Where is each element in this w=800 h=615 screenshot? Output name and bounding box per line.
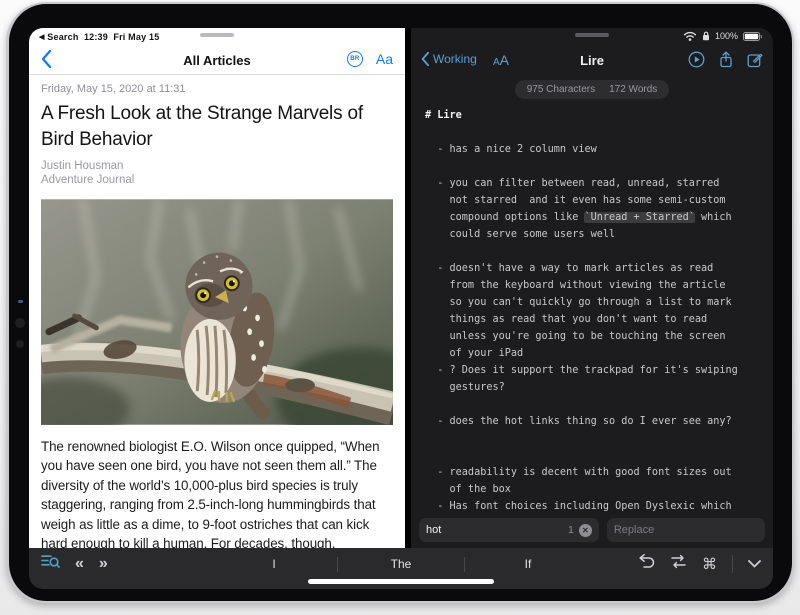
text-editor[interactable]: # Lire - has a nice 2 column view - you … bbox=[425, 107, 765, 515]
preview-button[interactable] bbox=[688, 51, 705, 73]
editor-line: - ? Does it support the trackpad for it'… bbox=[425, 362, 765, 379]
share-icon bbox=[719, 51, 733, 68]
owl-photo bbox=[41, 199, 393, 425]
bionic-reading-label: BR bbox=[350, 56, 359, 62]
find-lines-icon bbox=[41, 554, 60, 569]
match-count: 1 bbox=[568, 524, 574, 536]
find-replace-icon bbox=[670, 554, 687, 569]
previous-match-button[interactable]: « bbox=[75, 554, 84, 574]
wifi-icon bbox=[683, 31, 697, 41]
undo-button[interactable] bbox=[638, 554, 655, 574]
article-view: Friday, May 15, 2020 at 11:31 A Fresh Lo… bbox=[41, 76, 393, 548]
status-time: 12:39 bbox=[84, 32, 108, 42]
find-input[interactable] bbox=[426, 524, 568, 536]
article-body: The renowned biologist E.O. Wilson once … bbox=[41, 437, 393, 548]
editor-line bbox=[425, 124, 765, 141]
editor-line: not starred and it even has some semi-cu… bbox=[425, 192, 765, 209]
suggestion-2[interactable]: The bbox=[338, 557, 464, 571]
article-title: A Fresh Look at the Strange Marvels of B… bbox=[41, 101, 393, 153]
compose-icon bbox=[747, 52, 763, 68]
replace-toggle-button[interactable] bbox=[670, 554, 687, 574]
editor-line bbox=[425, 430, 765, 447]
editor-line: - you can filter between read, unread, s… bbox=[425, 175, 765, 192]
replace-input[interactable] bbox=[614, 524, 758, 536]
article-date: Friday, May 15, 2020 at 11:31 bbox=[41, 83, 393, 95]
editor-line: unless you're going to be touching the s… bbox=[425, 328, 765, 345]
editor-line: of your iPad bbox=[425, 345, 765, 362]
article-source: Adventure Journal bbox=[41, 173, 393, 187]
editor-line: - has a nice 2 column view bbox=[425, 141, 765, 158]
editor-pane: 100% Working AA Lire bbox=[411, 28, 773, 548]
find-field[interactable]: 1 ✕ bbox=[419, 518, 599, 542]
bionic-reading-button[interactable]: BR bbox=[347, 51, 363, 67]
editor-line: - Has font choices including Open Dyslex… bbox=[425, 498, 765, 515]
toolbar-divider bbox=[732, 555, 733, 573]
ipad-body: ◀ Search 12:39 Fri May 15 All Articles B… bbox=[6, 2, 794, 603]
editor-line bbox=[425, 243, 765, 260]
ipad-screen: ◀ Search 12:39 Fri May 15 All Articles B… bbox=[29, 28, 773, 589]
editor-line: from the keyboard without viewing the ar… bbox=[425, 277, 765, 294]
editor-line: things as read that you don't want to re… bbox=[425, 311, 765, 328]
clear-search-button[interactable]: ✕ bbox=[579, 524, 592, 537]
article-author: Justin Housman bbox=[41, 159, 393, 173]
editor-line bbox=[425, 158, 765, 175]
status-back-app: Search bbox=[47, 32, 78, 42]
next-match-button[interactable]: » bbox=[99, 554, 108, 574]
document-stats: 975 Characters 172 Words bbox=[411, 80, 773, 99]
back-to-app-icon: ◀ bbox=[39, 34, 45, 41]
editor-line bbox=[425, 396, 765, 413]
suggestion-3[interactable]: If bbox=[465, 557, 591, 571]
editor-line bbox=[425, 447, 765, 464]
editor-line: # Lire bbox=[425, 107, 765, 124]
split-view-grabber[interactable] bbox=[575, 33, 609, 37]
status-bar-right: 100% bbox=[683, 31, 763, 41]
find-replace-bar: 1 ✕ bbox=[419, 518, 765, 544]
editor-line: - readability is decent with good font s… bbox=[425, 464, 765, 481]
command-shortcuts-button[interactable]: ⌘ bbox=[702, 555, 717, 573]
compose-button[interactable] bbox=[747, 52, 763, 73]
home-indicator[interactable] bbox=[308, 579, 494, 584]
reader-nav-bar: All Articles BR Aa bbox=[29, 45, 405, 75]
battery-icon bbox=[743, 32, 763, 41]
play-circle-icon bbox=[688, 51, 705, 68]
status-bar-left: ◀ Search 12:39 Fri May 15 bbox=[39, 32, 159, 42]
editor-line: could serve some users well bbox=[425, 226, 765, 243]
suggestion-1[interactable]: I bbox=[211, 557, 337, 571]
dismiss-keyboard-button[interactable] bbox=[748, 555, 761, 573]
character-count: 975 Characters bbox=[527, 84, 595, 95]
undo-icon bbox=[638, 554, 655, 569]
text-settings-button[interactable]: Aa bbox=[376, 51, 393, 67]
ambient-sensor bbox=[16, 340, 24, 348]
battery-percent: 100% bbox=[715, 31, 738, 41]
editor-line: gestures? bbox=[425, 379, 765, 396]
code-span: `Unread + Starred` bbox=[584, 212, 694, 223]
find-button[interactable] bbox=[41, 554, 60, 574]
replace-field[interactable] bbox=[607, 518, 765, 542]
lock-icon bbox=[702, 31, 710, 41]
predictive-text-bar: I The If bbox=[211, 554, 591, 574]
word-count: 172 Words bbox=[609, 84, 657, 95]
editor-line: - does the hot links thing so do I ever … bbox=[425, 413, 765, 430]
chevron-down-icon bbox=[748, 560, 761, 568]
lire-reader-pane: ◀ Search 12:39 Fri May 15 All Articles B… bbox=[29, 28, 405, 548]
editor-line: - doesn't have a way to mark articles as… bbox=[425, 260, 765, 277]
editor-nav-bar: Working AA Lire bbox=[411, 48, 773, 74]
front-camera bbox=[15, 318, 25, 328]
share-button[interactable] bbox=[719, 51, 733, 73]
editor-line-with-code: compound options like `Unread + Starred`… bbox=[425, 209, 765, 226]
status-date: Fri May 15 bbox=[113, 32, 159, 42]
split-view-grabber[interactable] bbox=[200, 33, 234, 37]
editor-line: of the box bbox=[425, 481, 765, 498]
pencil-pair-indicator bbox=[18, 300, 23, 303]
editor-line: so you can't quickly go through a list t… bbox=[425, 294, 765, 311]
